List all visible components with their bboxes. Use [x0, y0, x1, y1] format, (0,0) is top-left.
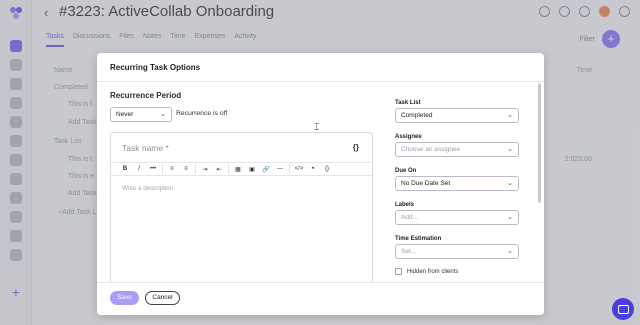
description-input[interactable]: Write a description	[122, 185, 173, 192]
indent-icon[interactable]: ⇥	[198, 166, 212, 173]
chevron-down-icon: ⌄	[507, 180, 513, 187]
save-button[interactable]: Save	[110, 291, 139, 305]
table-icon[interactable]: ▦	[231, 166, 245, 173]
task-list-select[interactable]: Completed ⌄	[395, 108, 519, 123]
divider	[289, 164, 290, 174]
modal-footer: Save Cancel	[97, 282, 544, 315]
assignee-select[interactable]: Choose an assignee ⌄	[395, 142, 519, 157]
chevron-down-icon: ⌄	[507, 112, 513, 119]
chat-support-button[interactable]	[612, 298, 634, 320]
image-icon[interactable]: ▣	[245, 166, 259, 173]
horizontal-rule-icon[interactable]: —	[273, 166, 287, 172]
modal-title: Recurring Task Options	[97, 53, 544, 82]
quote-icon[interactable]: ❝	[306, 166, 320, 173]
formatting-toolbar: B I ••• ≡ ≡ ⇥ ⇤ ▦ ▣ 🔗 — </> ❝ {}	[111, 162, 372, 176]
mouse-cursor-icon: ⌶	[314, 122, 320, 132]
modal-scrollbar[interactable]	[538, 83, 541, 203]
link-icon[interactable]: 🔗	[259, 166, 273, 173]
hidden-from-clients-row: Hidden from clients	[395, 268, 458, 275]
code-icon[interactable]: </>	[292, 166, 306, 172]
recurrence-period-title: Recurrence Period	[110, 91, 182, 100]
variables-icon[interactable]: {}	[320, 166, 334, 172]
chevron-down-icon: ⌄	[160, 111, 166, 118]
due-on-select[interactable]: No Due Date Set ⌄	[395, 176, 519, 191]
outdent-icon[interactable]: ⇤	[212, 166, 226, 173]
hidden-from-clients-label: Hidden from clients	[407, 268, 459, 275]
recurring-task-modal: Recurring Task Options Recurrence Period…	[97, 53, 544, 315]
recurrence-status: Recurrence is off	[176, 110, 228, 117]
labels-select[interactable]: Add... ⌄	[395, 210, 519, 225]
cancel-button[interactable]: Cancel	[145, 291, 180, 305]
divider	[195, 164, 196, 174]
italic-icon[interactable]: I	[132, 166, 146, 172]
bullet-list-icon[interactable]: ≡	[165, 166, 179, 172]
task-list-label: Task List	[395, 100, 421, 106]
due-on-label: Due On	[395, 168, 417, 174]
bold-icon[interactable]: B	[118, 166, 132, 172]
hidden-from-clients-checkbox[interactable]	[395, 268, 402, 275]
chevron-down-icon: ⌄	[507, 146, 513, 153]
task-name-input[interactable]: Task name *	[122, 143, 169, 153]
divider	[162, 164, 163, 174]
numbered-list-icon[interactable]: ≡	[179, 166, 193, 172]
divider	[228, 164, 229, 174]
assignee-label: Assignee	[395, 134, 422, 140]
labels-label: Labels	[395, 202, 415, 208]
more-formatting-icon[interactable]: •••	[146, 166, 160, 172]
time-estimation-select[interactable]: Set... ⌄	[395, 244, 519, 259]
recurrence-select[interactable]: Never ⌄	[110, 107, 172, 122]
chevron-down-icon: ⌄	[507, 248, 513, 255]
variables-button[interactable]: {}	[353, 143, 359, 152]
time-estimation-label: Time Estimation	[395, 236, 442, 242]
chevron-down-icon: ⌄	[507, 214, 513, 221]
